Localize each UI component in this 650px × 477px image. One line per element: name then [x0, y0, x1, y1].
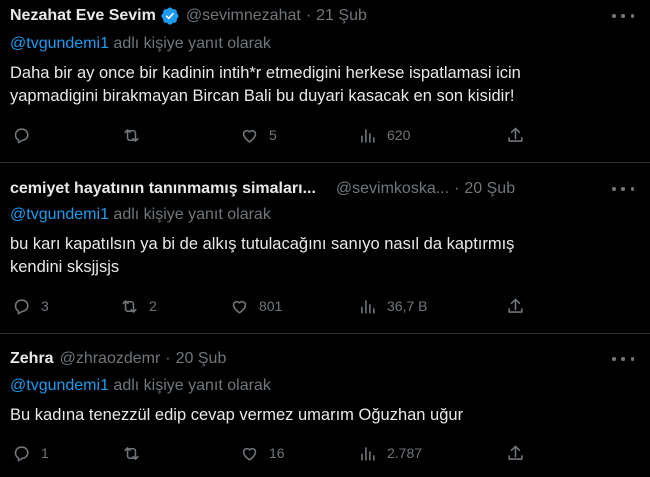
reply-mention-link[interactable]: @tvgundemi1 — [10, 206, 109, 223]
divider — [0, 162, 650, 163]
like-count: 16 — [269, 445, 285, 461]
tweet-date[interactable]: 20 Şub — [176, 350, 227, 368]
tweet-header: cemiyet hayatının tanınmamış simaları...… — [10, 177, 515, 201]
action-bar: 1 16 2.787 — [0, 441, 650, 465]
more-icon[interactable] — [612, 351, 634, 367]
retweet-icon — [124, 128, 139, 142]
views-count: 620 — [387, 127, 411, 143]
share-icon — [508, 298, 523, 313]
tweet-header: Nezahat Eve Sevim @sevimnezahat · 21 Şub — [10, 4, 367, 28]
reply-button[interactable]: 1 — [12, 441, 49, 465]
action-bar: 5 620 — [0, 123, 650, 147]
separator-dot: · — [454, 180, 460, 197]
tweet-text-line: bu karı kapatılsın ya bi de alkış tutula… — [10, 235, 515, 253]
tweet-text-line: yapmadigini birakmayan Bircan Bali bu du… — [10, 87, 515, 105]
tweet[interactable]: Nezahat Eve Sevim @sevimnezahat · 21 Şub… — [0, 4, 650, 154]
author-handle[interactable]: @sevimnezahat — [186, 7, 301, 25]
author-name[interactable]: Nezahat Eve Sevim — [10, 7, 156, 25]
reply-button[interactable]: 3 — [12, 294, 49, 318]
like-button[interactable]: 801 — [230, 294, 282, 318]
share-icon — [508, 445, 523, 460]
views-count: 2.787 — [387, 445, 423, 461]
action-bar: 3 2 801 36,7 B — [0, 294, 650, 318]
share-button[interactable] — [506, 441, 525, 465]
retweet-count: 2 — [149, 298, 157, 314]
retweet-icon — [124, 446, 139, 460]
tweet-header: Zehra @zhraozdemr · 20 Şub — [10, 347, 226, 371]
share-icon — [508, 127, 523, 142]
reply-context: @tvgundemi1 adlı kişiye yanıt olarak — [10, 206, 271, 224]
heart-icon — [242, 129, 257, 143]
reply-mention-link[interactable]: @tvgundemi1 — [10, 35, 109, 52]
reply-context-label: adlı kişiye yanıt olarak — [108, 377, 271, 394]
reply-context: @tvgundemi1 adlı kişiye yanıt olarak — [10, 35, 271, 53]
reply-context-label: adlı kişiye yanıt olarak — [108, 35, 271, 52]
views-button[interactable]: 36,7 B — [358, 294, 427, 318]
reply-mention-link[interactable]: @tvgundemi1 — [10, 377, 109, 394]
tweet-date[interactable]: 21 Şub — [316, 7, 367, 25]
reply-icon — [14, 445, 29, 461]
tweet-body: Bu kadına tenezzül edip cevap vermez uma… — [10, 404, 640, 427]
verified-badge-icon — [160, 6, 180, 26]
views-icon — [361, 299, 375, 314]
like-button[interactable]: 16 — [240, 441, 285, 465]
share-button[interactable] — [506, 294, 525, 318]
tweet-body: Daha bir ay once bir kadinin intih*r etm… — [10, 62, 640, 108]
author-handle[interactable]: @sevimkoska... — [336, 180, 449, 198]
tweet[interactable]: Zehra @zhraozdemr · 20 Şub @tvgundemi1 a… — [0, 347, 650, 477]
tweet-date[interactable]: 20 Şub — [464, 180, 515, 198]
author-name[interactable]: cemiyet hayatının tanınmamış simaları... — [10, 180, 316, 198]
retweet-button[interactable] — [122, 441, 151, 465]
share-button[interactable] — [506, 123, 525, 147]
more-icon[interactable] — [612, 181, 634, 197]
heart-icon — [242, 447, 257, 461]
like-count: 801 — [259, 298, 283, 314]
more-icon[interactable] — [612, 8, 634, 24]
reply-count: 1 — [41, 445, 49, 461]
views-icon — [361, 128, 375, 143]
author-handle[interactable]: @zhraozdemr — [60, 350, 161, 368]
tweet-text-line: kendini sksjjsjs — [10, 258, 120, 276]
views-count: 36,7 B — [387, 298, 428, 314]
like-button[interactable]: 5 — [240, 123, 277, 147]
author-name[interactable]: Zehra — [10, 350, 54, 368]
like-count: 5 — [269, 127, 277, 143]
views-icon — [361, 446, 375, 461]
retweet-icon — [122, 299, 137, 313]
reply-context: @tvgundemi1 adlı kişiye yanıt olarak — [10, 377, 271, 395]
separator-dot: · — [305, 7, 312, 24]
separator-dot: · — [165, 350, 171, 367]
tweet-text-line: Bu kadına tenezzül edip cevap vermez uma… — [10, 406, 464, 424]
tweet-text-line: Daha bir ay once bir kadinin intih*r etm… — [10, 64, 521, 82]
reply-icon — [14, 127, 29, 143]
retweet-button[interactable]: 2 — [120, 294, 157, 318]
divider — [0, 333, 650, 334]
reply-context-label: adlı kişiye yanıt olarak — [108, 206, 271, 223]
tweet-body: bu karı kapatılsın ya bi de alkış tutula… — [10, 233, 640, 279]
reply-icon — [14, 298, 29, 314]
heart-icon — [232, 300, 247, 314]
reply-button[interactable] — [12, 123, 41, 147]
views-button[interactable]: 620 — [358, 123, 410, 147]
retweet-button[interactable] — [122, 123, 151, 147]
tweet[interactable]: cemiyet hayatının tanınmamış simaları...… — [0, 177, 650, 327]
views-button[interactable]: 2.787 — [358, 441, 422, 465]
reply-count: 3 — [41, 298, 49, 314]
